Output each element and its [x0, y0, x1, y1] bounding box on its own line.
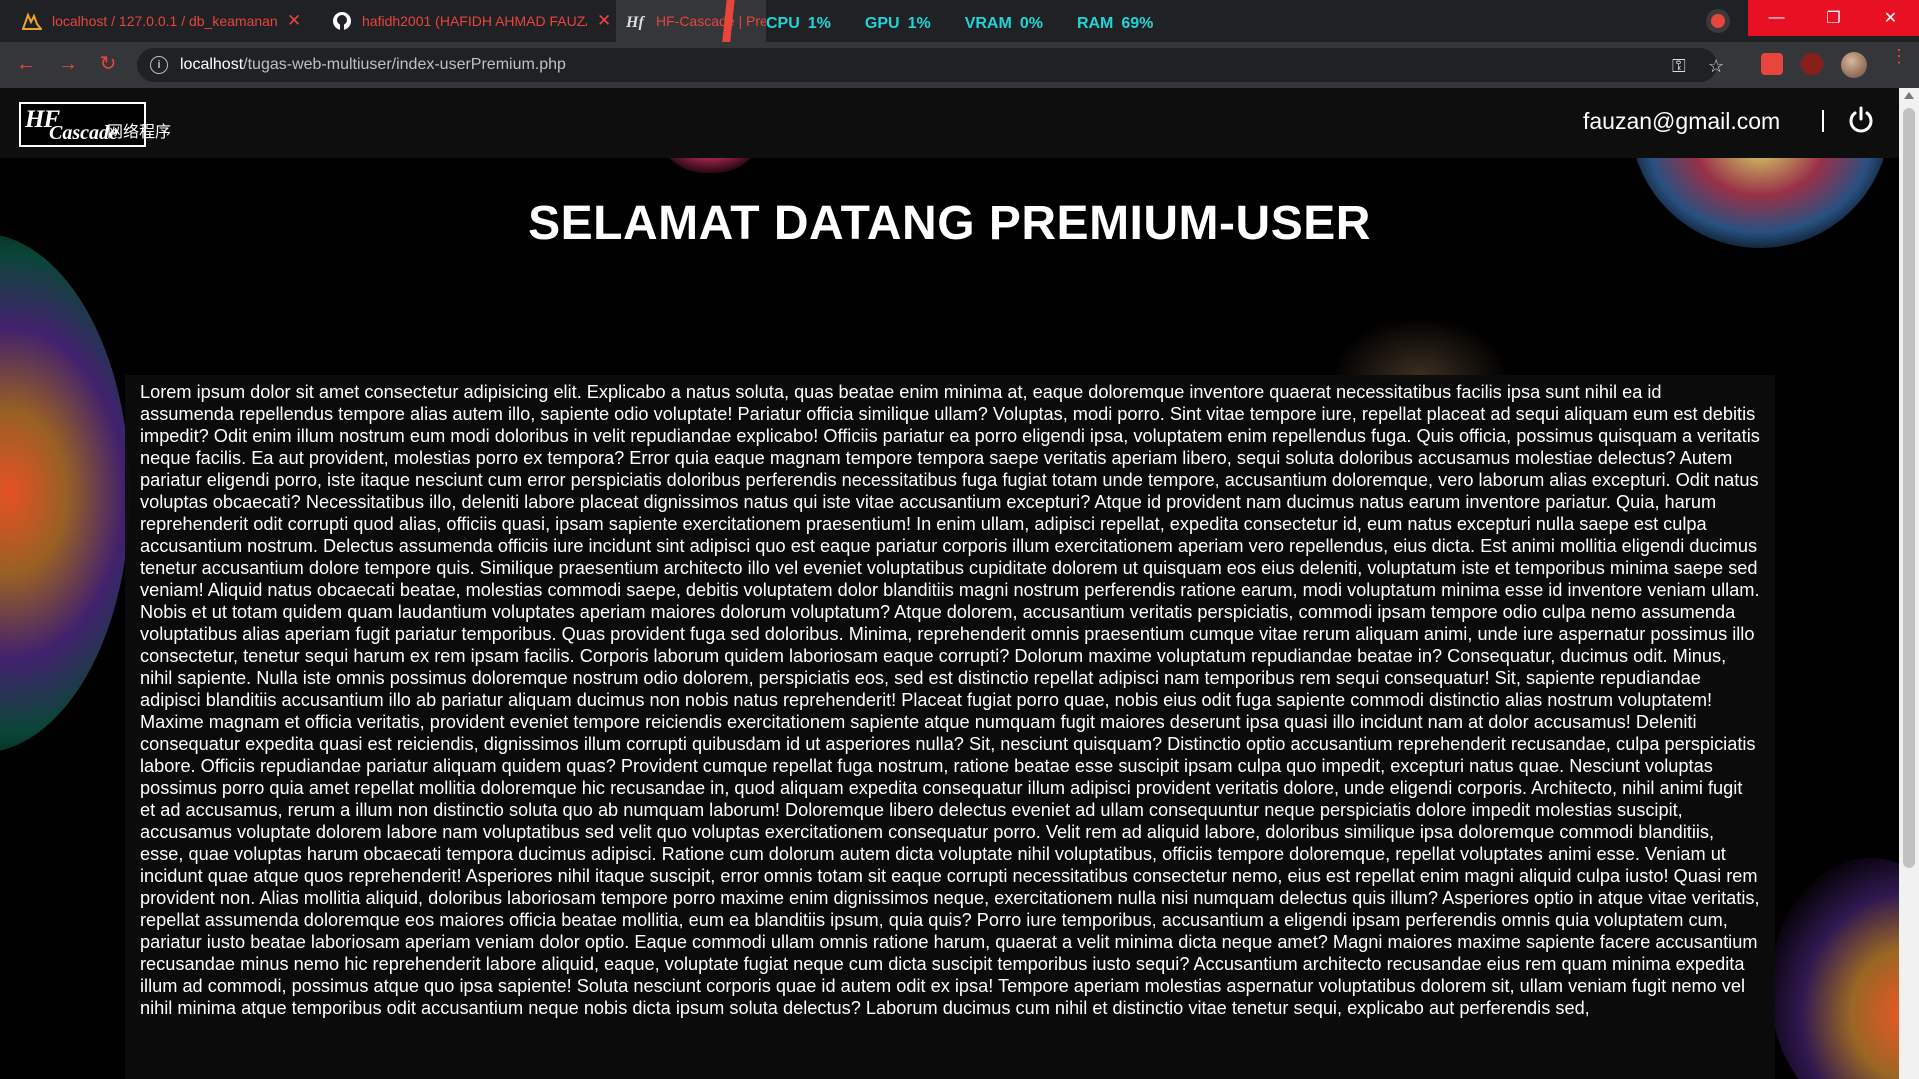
cpu-label: CPU	[766, 15, 800, 32]
star-bookmark-icon[interactable]: ☆	[1708, 56, 1724, 77]
minimize-button[interactable]: —	[1748, 0, 1805, 36]
url-text: localhost/tugas-web-multiuser/index-user…	[180, 56, 566, 74]
logout-power-icon[interactable]	[1846, 105, 1876, 135]
scroll-up-arrow-icon[interactable]	[1904, 92, 1914, 99]
browser-tab-bar: localhost / 127.0.0.1 / db_keamanan ✕ ha…	[0, 0, 1919, 88]
record-button[interactable]	[1706, 9, 1730, 33]
ram-value: 69%	[1121, 15, 1154, 32]
navbar-divider	[1822, 110, 1824, 132]
tab-label: HF-Cascade | Premium	[656, 13, 766, 29]
performance-overlay: CPU 1% GPU 1% VRAM 0% RAM 69%	[766, 0, 1161, 48]
tab-label: localhost / 127.0.0.1 / db_keamanan	[52, 13, 277, 29]
close-tab-icon[interactable]: ✕	[287, 11, 301, 31]
url-path: /tugas-web-multiuser/index-userPremium.p…	[243, 56, 566, 73]
forward-arrow-icon[interactable]: →	[56, 52, 80, 76]
tab-label: hafidh2001 (HAFIDH AHMAD FAUZAN)	[362, 13, 587, 29]
background-bubble	[0, 233, 130, 753]
site-info-icon[interactable]: i	[150, 56, 168, 74]
record-icon	[1711, 14, 1725, 28]
background-bubble	[1335, 320, 1505, 380]
page-viewport: HF Cascade 网络程序 fauzan@gmail.com SELAMAT…	[0, 88, 1899, 1079]
page-scrollbar[interactable]	[1899, 88, 1919, 1079]
content-paragraph: Lorem ipsum dolor sit amet consectetur a…	[125, 375, 1775, 1079]
close-tab-icon[interactable]: ✕	[597, 11, 611, 31]
tab-hf-cascade[interactable]: Hf HF-Cascade | Premium	[616, 0, 766, 42]
close-window-button[interactable]: ✕	[1862, 0, 1919, 36]
logo-chinese: 网络程序	[107, 124, 172, 141]
back-arrow-icon[interactable]: ←	[14, 52, 38, 76]
cpu-value: 1%	[807, 15, 831, 32]
browser-menu-icon[interactable]: ⋮	[1890, 47, 1908, 65]
url-host: localhost	[180, 56, 244, 73]
scrollbar-thumb[interactable]	[1903, 108, 1915, 868]
profile-avatar[interactable]	[1841, 52, 1867, 78]
extension-puzzle-icon[interactable]	[1801, 53, 1823, 75]
background-bubble	[1770, 858, 1899, 1079]
hf-cascade-icon: Hf	[626, 11, 646, 31]
ram-label: RAM	[1076, 15, 1114, 32]
extension-youtube-icon[interactable]	[1761, 53, 1783, 75]
key-icon[interactable]: ⚿	[1672, 56, 1686, 77]
site-navbar: HF Cascade 网络程序 fauzan@gmail.com	[0, 88, 1899, 158]
address-bar-row: ← → ↻ i localhost/tugas-web-multiuser/in…	[0, 42, 1919, 88]
svg-text:Hf: Hf	[626, 14, 645, 30]
phpmyadmin-icon	[22, 11, 42, 31]
tab-phpmyadmin[interactable]: localhost / 127.0.0.1 / db_keamanan ✕	[0, 0, 310, 42]
page-title: SELAMAT DATANG PREMIUM-USER	[528, 197, 1371, 250]
user-email: fauzan@gmail.com	[1583, 108, 1781, 134]
github-icon	[332, 11, 352, 31]
gpu-label: GPU	[864, 15, 900, 32]
gpu-value: 1%	[907, 15, 931, 32]
url-bar[interactable]: i localhost/tugas-web-multiuser/index-us…	[137, 48, 1724, 82]
reload-icon[interactable]: ↻	[96, 52, 120, 76]
vram-value: 0%	[1019, 15, 1043, 32]
vram-label: VRAM	[964, 15, 1012, 32]
hf-cascade-logo[interactable]: HF Cascade 网络程序	[19, 102, 171, 147]
maximize-button[interactable]: ❐	[1805, 0, 1862, 36]
tab-github[interactable]: hafidh2001 (HAFIDH AHMAD FAUZAN) ✕	[310, 0, 616, 42]
